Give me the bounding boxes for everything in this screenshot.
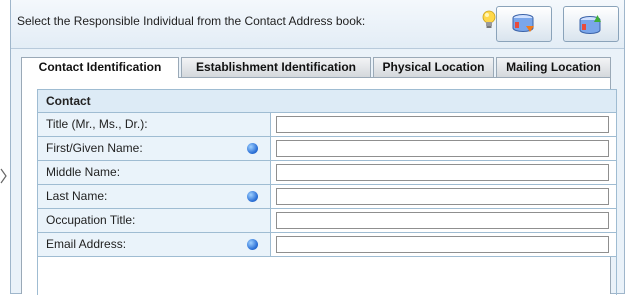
required-indicator-icon	[247, 191, 258, 202]
instruction-bar: Select the Responsible Individual from t…	[11, 0, 624, 49]
address-book-import-icon	[512, 14, 534, 32]
form-row-title: Title (Mr., Ms., Dr.):	[38, 113, 616, 137]
field-label: Title (Mr., Ms., Dr.):	[38, 113, 271, 136]
tab-physical-location[interactable]: Physical Location	[373, 57, 494, 77]
field-label-text: Middle Name:	[46, 165, 121, 179]
field-label: Email Address:	[38, 233, 271, 256]
required-indicator-icon	[247, 239, 258, 250]
first-name-input[interactable]	[276, 140, 609, 157]
tab-establishment-identification[interactable]: Establishment Identification	[181, 57, 371, 77]
form-row-occupation-title: Occupation Title:	[38, 209, 616, 233]
field-label-text: First/Given Name:	[46, 141, 143, 155]
contact-form: Contact Title (Mr., Ms., Dr.): First/Giv…	[37, 89, 617, 295]
field-label-text: Last Name:	[46, 189, 108, 203]
form-row-middle-name: Middle Name:	[38, 161, 616, 185]
required-indicator-icon	[247, 143, 258, 154]
title-input[interactable]	[276, 116, 609, 133]
import-contact-button[interactable]	[496, 6, 552, 42]
field-label: Middle Name:	[38, 161, 271, 184]
middle-name-input[interactable]	[276, 164, 609, 181]
field-label: First/Given Name:	[38, 137, 271, 160]
occupation-title-input[interactable]	[276, 212, 609, 229]
tab-contact-identification[interactable]: Contact Identification	[21, 57, 179, 78]
field-label-text: Title (Mr., Ms., Dr.):	[46, 117, 148, 131]
form-row-first-name: First/Given Name:	[38, 137, 616, 161]
field-label: Last Name:	[38, 185, 271, 208]
email-address-input[interactable]	[276, 236, 609, 253]
edge-arrow-icon	[0, 168, 7, 184]
form-row-last-name: Last Name:	[38, 185, 616, 209]
field-label-text: Occupation Title:	[46, 213, 136, 227]
form-row-email-address: Email Address:	[38, 233, 616, 257]
contact-section-header: Contact	[38, 90, 616, 113]
lightbulb-icon	[482, 10, 496, 28]
responsible-individual-panel: Select the Responsible Individual from t…	[10, 0, 625, 295]
address-book-export-icon	[579, 15, 601, 34]
instruction-text: Select the Responsible Individual from t…	[17, 14, 366, 28]
tab-mailing-location[interactable]: Mailing Location	[496, 57, 611, 77]
tab-content: Contact Title (Mr., Ms., Dr.): First/Giv…	[21, 77, 617, 295]
export-contact-button[interactable]	[563, 6, 619, 42]
field-label-text: Email Address:	[46, 237, 127, 251]
field-label: Occupation Title:	[38, 209, 271, 232]
last-name-input[interactable]	[276, 188, 609, 205]
